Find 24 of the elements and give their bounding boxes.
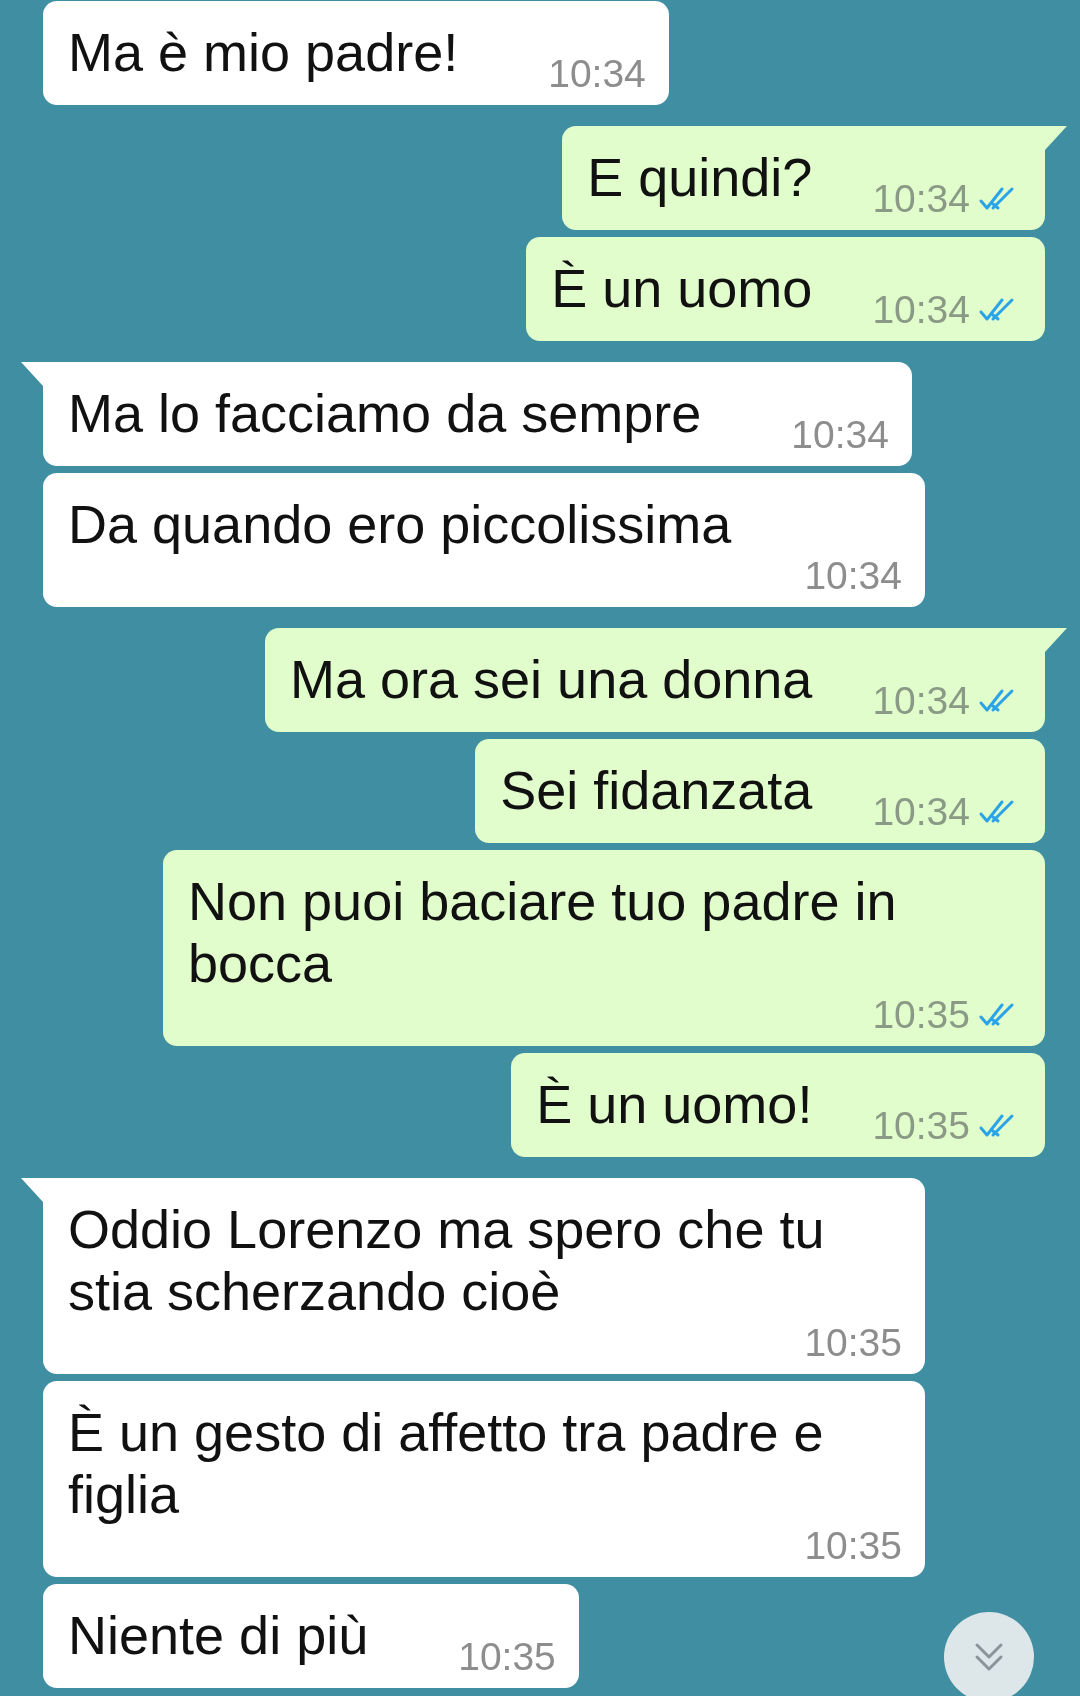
message-time: 10:34 [804,555,902,597]
message-text: Sei fidanzata [500,759,813,821]
message-time: 10:35 [872,1105,970,1147]
message-text: Ma ora sei una donna [290,648,813,710]
message-text: Non puoi baciare tuo padre in bocca [188,870,898,994]
message-text: Da quando ero piccolissima [68,493,732,555]
message-time: 10:35 [804,1322,902,1364]
message-time: 10:34 [548,53,646,95]
message-text: È un uomo [551,257,813,319]
message-time: 10:34 [872,680,970,722]
message-text: Niente di più [68,1604,369,1666]
message-time: 10:34 [872,791,970,833]
message-time: 10:35 [458,1636,556,1678]
message-time: 10:34 [791,414,889,456]
message-text: Oddio Lorenzo ma spero che tu stia scherzando cioè [68,1198,826,1322]
message-time: 10:35 [804,1525,902,1567]
message-time: 10:35 [872,994,970,1036]
message-text: È un uomo! [536,1073,813,1135]
message-text: È un gesto di affetto tra padre e figlia [68,1401,825,1525]
message-text: Ma lo facciamo da sempre [68,382,702,444]
message-text: Ma è mio padre! [68,21,459,83]
message-time: 10:34 [872,178,970,220]
message-time: 10:34 [872,289,970,331]
message-text: E quindi? [587,146,813,208]
